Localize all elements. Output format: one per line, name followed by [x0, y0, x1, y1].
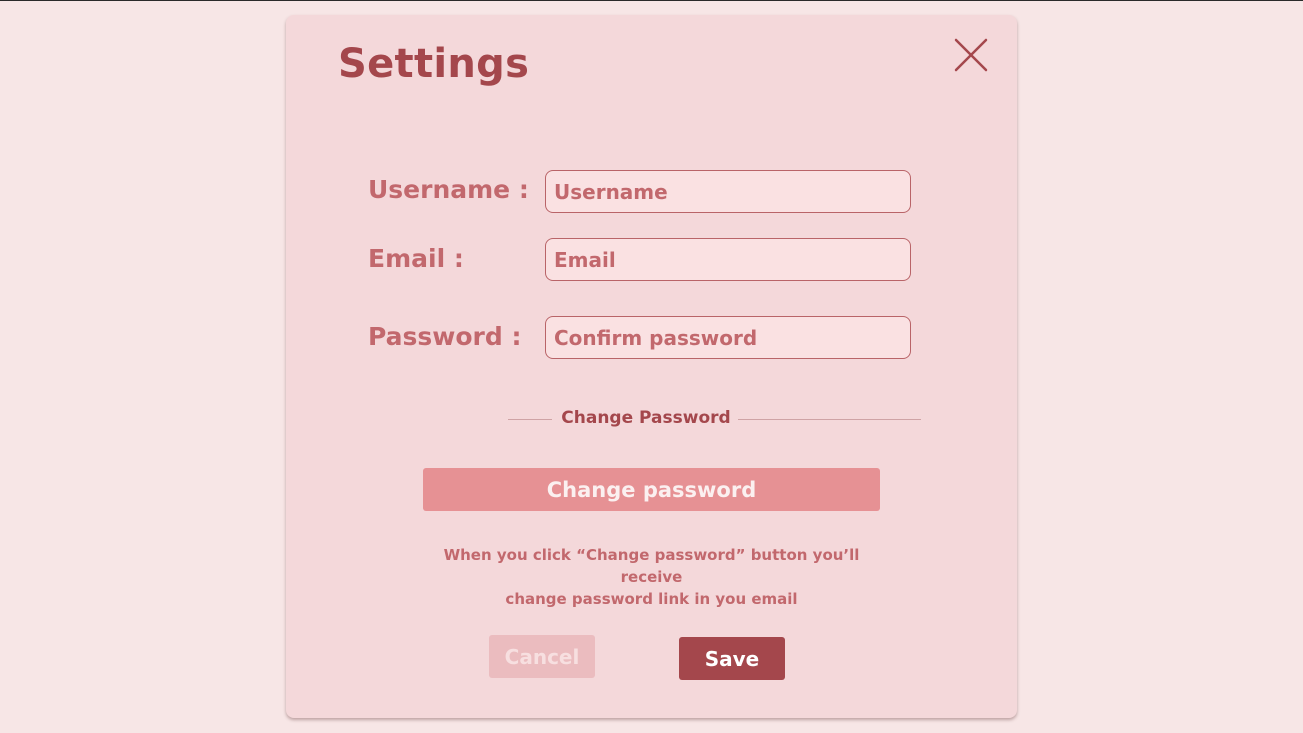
close-button[interactable]: [951, 35, 991, 75]
note-line-2: change password link in you email: [505, 590, 798, 608]
save-button[interactable]: Save: [679, 637, 785, 680]
cancel-button[interactable]: Cancel: [489, 635, 595, 678]
password-input[interactable]: [545, 316, 911, 359]
note-line-1: When you click “Change password” button …: [443, 546, 860, 586]
change-password-note: When you click “Change password” button …: [426, 544, 877, 610]
settings-dialog: Settings Username : Email : Password : C…: [286, 15, 1017, 718]
change-password-button[interactable]: Change password: [423, 468, 880, 511]
password-label: Password :: [368, 322, 522, 351]
close-icon: [954, 38, 988, 72]
username-input[interactable]: [545, 170, 911, 213]
top-border-line: [0, 0, 1303, 1]
dialog-title: Settings: [338, 41, 530, 87]
email-input[interactable]: [545, 238, 911, 281]
email-label: Email :: [368, 244, 464, 273]
divider-line-left: [508, 419, 552, 420]
username-label: Username :: [368, 175, 529, 204]
change-password-divider-label: Change Password: [561, 408, 731, 428]
divider-line-right: [738, 419, 921, 420]
